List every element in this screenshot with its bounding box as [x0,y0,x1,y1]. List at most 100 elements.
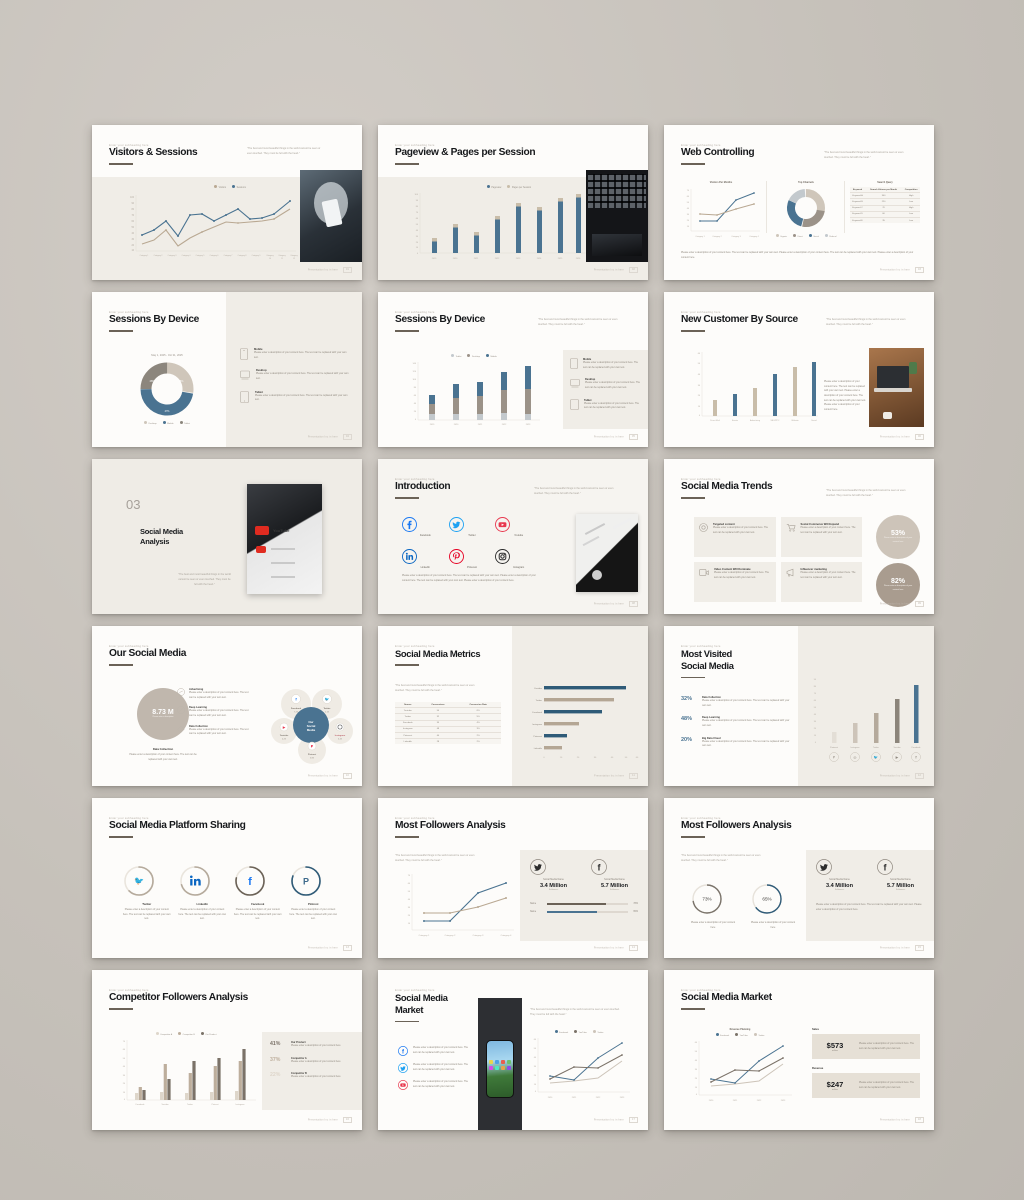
slide-thumbnail-1[interactable]: Enter your subheading here Visitors & Se… [92,125,362,280]
slide-thumbnail-11[interactable]: Enter your subheading here Social Media … [378,626,648,786]
stat-text: Please enter a description of your conte… [702,739,790,748]
social-item-facebook[interactable]: Facebook [402,517,449,537]
svg-text:30: 30 [594,757,597,759]
social-item-pinterest[interactable]: Pinterest [448,549,496,569]
slide-thumbnail-8[interactable]: Enter your subheading here Introduction … [378,459,648,614]
progress-ring: 65% [752,884,782,914]
description-paragraph: Please enter a description of your conte… [402,574,536,582]
quote-text: "The best and most beautiful things in t… [178,573,231,586]
slide-footer: Presentation Inc in here 15 [880,944,924,951]
slide-thumbnail-4[interactable]: Enter your subheading here Sessions By D… [92,292,362,447]
progress-row: Name 78% [530,903,638,905]
social-item-twitter[interactable]: Twitter [448,517,496,537]
most-visited-bar-chart: 90 80 70 60 50 40 30 20 10 0 Pinterest Instagram Tw… [806,676,924,772]
followers-panel: Social Media Name 3.4 Million Followers … [806,850,934,941]
svg-text:90: 90 [814,679,817,681]
page-title: Sessions By Device [109,314,199,325]
trend-card[interactable]: Social Commerce Will Expand Please enter … [780,517,862,557]
list-item: Tablet Please enter a description of your… [240,391,350,403]
slide-header: Enter your subheading here Social Media … [109,817,246,838]
slide-thumbnail-13[interactable]: Enter your subheading here Social Media … [92,798,362,958]
stat-caption: Please enter a description of your conte… [883,585,913,591]
social-item-instagram[interactable]: Instagram [495,549,542,569]
svg-text:60: 60 [123,1049,126,1051]
platform-item[interactable]: 🐦 Twitter Please enter a description of … [122,864,172,922]
slide-thumbnail-2[interactable]: Enter your subheading here Pageview & Pa… [378,125,648,280]
youtube-icon: ▶ [896,755,900,759]
slide-header: Enter your subheading here Competitor Fo… [109,989,248,1010]
slide-thumbnail-3[interactable]: Enter your subheading here Web Controlli… [664,125,934,280]
list-item: Deep Learning Please enter a description … [177,706,249,718]
trend-card[interactable]: Influencer marketing Please enter a descr… [780,562,862,602]
svg-text:20: 20 [416,242,419,244]
svg-text:0: 0 [543,757,545,759]
slide-thumbnail-10[interactable]: Enter your subheading here Our Social Me… [92,626,362,786]
svg-text:2021: 2021 [572,1097,577,1099]
svg-text:0: 0 [535,1091,537,1093]
svg-text:2023: 2023 [781,1100,786,1102]
slide-thumbnail-17[interactable]: Enter your subheading here Social Media M… [378,970,648,1130]
chart-title: Revenue Planning [729,1028,751,1031]
svg-text:40: 40 [611,757,614,759]
svg-text:10: 10 [131,250,134,252]
svg-text:60: 60 [636,757,639,759]
slide-thumbnail-18[interactable]: Enter your subheading here Social Media … [664,970,934,1130]
account-name: Social Media Name [604,878,625,881]
svg-text:10: 10 [560,757,563,759]
twitter-icon [530,859,546,875]
slide-thumbnail-6[interactable]: Enter your subheading here New Customer … [664,292,934,447]
svg-text:Youtube: Youtube [893,746,901,749]
svg-text:f: f [598,863,602,873]
slide-header: Enter your subheading here Social Media M… [395,989,448,1023]
svg-text:90: 90 [131,203,134,205]
svg-text:6.4K: 6.4K [338,739,343,741]
slide-thumbnail-5[interactable]: Enter your subheading here Sessions By D… [378,292,648,447]
ring-item: 65% Please enter a description of your c… [750,882,796,930]
quote-text: "The best and most beautiful things in t… [826,318,906,326]
list-item: Mobile Please enter a description of your… [240,348,350,360]
slide-thumbnail-14[interactable]: Enter your subheading here Most Follower… [378,798,648,958]
title-rule [109,664,133,666]
platform-item[interactable]: P Pintrest Please enter a description of… [289,864,339,922]
stat-value: 48% [681,716,693,723]
facebook-icon: f [591,859,607,875]
slide-thumbnail-9[interactable]: Enter your subheading here Social Media … [664,459,934,614]
slide-footer: Presentation Inc in here 10 [308,772,352,779]
trend-card[interactable]: Video Content Will Dominate Please enter … [694,562,776,602]
list-item: Advertising Please enter a description of… [177,688,249,700]
youtube-icon [398,1080,408,1090]
slide-thumbnail-12[interactable]: Enter your subheading here Most Visited S… [664,626,934,786]
stat-value: 22% [270,1072,281,1079]
top-channels-chart: Top Channels Organic Direct Social Referral [772,181,840,238]
title-rule [681,163,705,165]
svg-text:80: 80 [416,206,419,208]
svg-text:20: 20 [414,411,417,413]
bar-percent: 78% [633,903,638,905]
feature-list: Advertising Please enter a description of… [177,688,249,737]
svg-text:2021: 2021 [733,1100,738,1102]
slide-thumbnail-7[interactable]: 03 Social Media Analysis "The best and m… [92,459,362,614]
page-title: Social Media Metrics [395,648,481,659]
slide-footer: Presentation Inc in here 12 [880,772,924,779]
svg-text:Category 2: Category 2 [445,934,456,937]
platform-item[interactable]: LinkedIn Please enter a description of y… [178,864,228,922]
svg-text:10: 10 [408,923,411,925]
trend-card[interactable]: Targeted content Please enter a descripti… [694,517,776,557]
slide-thumbnail-16[interactable]: Enter your subheading here Competitor Fo… [92,970,362,1130]
svg-text:70: 70 [416,212,419,214]
social-item-linkedin[interactable]: LinkedIn [402,549,449,569]
svg-text:20: 20 [695,1078,698,1080]
instagram-icon [495,549,511,564]
svg-text:Category 5: Category 5 [196,254,205,257]
svg-text:10: 10 [698,406,701,408]
social-item-youtube[interactable]: Youtube [495,517,542,537]
slide-thumbnail-15[interactable]: Enter your subheading here Most Follower… [664,798,934,958]
svg-text:20: 20 [408,915,411,917]
item-text: Please enter a description of your conte… [413,1063,468,1071]
kpi-card-group: Sales $573 million Please enter a descri… [812,1028,920,1098]
card-heading: Revenue [812,1067,824,1070]
list-item: f Please enter a description of your con… [398,1046,472,1056]
platform-item[interactable]: f Facebook Please enter a description of… [233,864,283,922]
account-card: Social Media Name 3.4 Million Followers [530,859,577,891]
ring-percent: 73% [702,897,711,902]
